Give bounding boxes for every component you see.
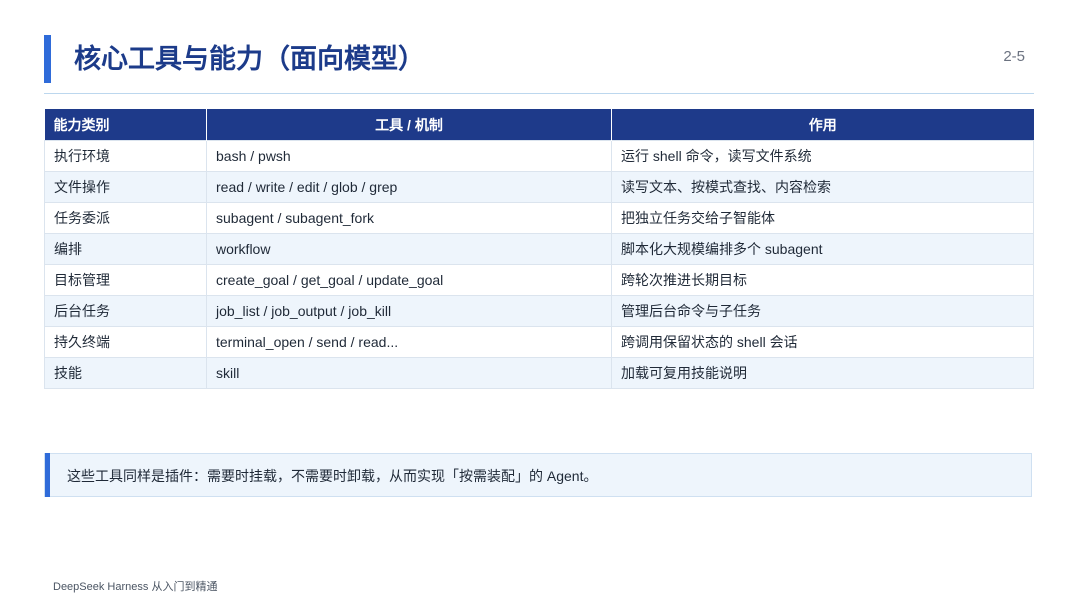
table-row: 持久终端 terminal_open / send / read... 跨调用保… (44, 326, 1034, 358)
table-row: 任务委派 subagent / subagent_fork 把独立任务交给子智能… (44, 202, 1034, 234)
table-row: 后台任务 job_list / job_output / job_kill 管理… (44, 295, 1034, 327)
title-accent-bar (44, 35, 51, 83)
cell-category: 文件操作 (44, 171, 207, 203)
cell-tool: workflow (206, 233, 612, 265)
cell-category: 技能 (44, 357, 207, 389)
cell-category: 目标管理 (44, 264, 207, 296)
cell-purpose: 读写文本、按模式查找、内容检索 (611, 171, 1034, 203)
table-row: 执行环境 bash / pwsh 运行 shell 命令，读写文件系统 (44, 140, 1034, 172)
cell-purpose: 管理后台命令与子任务 (611, 295, 1034, 327)
cell-tool: terminal_open / send / read... (206, 326, 612, 358)
table-row: 文件操作 read / write / edit / glob / grep 读… (44, 171, 1034, 203)
table-row: 技能 skill 加载可复用技能说明 (44, 357, 1034, 389)
cell-tool: create_goal / get_goal / update_goal (206, 264, 612, 296)
cell-category: 任务委派 (44, 202, 207, 234)
cell-tool: read / write / edit / glob / grep (206, 171, 612, 203)
footer-text: DeepSeek Harness 从入门到精通 (53, 581, 218, 593)
cell-category: 执行环境 (44, 140, 207, 172)
table-header-row: 能力类别 工具 / 机制 作用 (44, 109, 1034, 141)
note-text: 这些工具同样是插件：需要时挂载，不需要时卸载，从而实现「按需装配」的 Agent… (67, 468, 598, 484)
title-divider (44, 93, 1034, 94)
page-number: 2-5 (1003, 48, 1025, 65)
cell-purpose: 跨轮次推进长期目标 (611, 264, 1034, 296)
cell-purpose: 运行 shell 命令，读写文件系统 (611, 140, 1034, 172)
table-row: 目标管理 create_goal / get_goal / update_goa… (44, 264, 1034, 296)
cell-tool: subagent / subagent_fork (206, 202, 612, 234)
header-purpose: 作用 (611, 109, 1034, 141)
cell-category: 持久终端 (44, 326, 207, 358)
cell-purpose: 跨调用保留状态的 shell 会话 (611, 326, 1034, 358)
table-row: 编排 workflow 脚本化大规模编排多个 subagent (44, 233, 1034, 265)
cell-purpose: 加载可复用技能说明 (611, 357, 1034, 389)
note-accent-bar (45, 453, 50, 497)
cell-purpose: 把独立任务交给子智能体 (611, 202, 1034, 234)
cell-category: 后台任务 (44, 295, 207, 327)
cell-purpose: 脚本化大规模编排多个 subagent (611, 233, 1034, 265)
header-tool: 工具 / 机制 (206, 109, 612, 141)
cell-tool: job_list / job_output / job_kill (206, 295, 612, 327)
note-callout: 这些工具同样是插件：需要时挂载，不需要时卸载，从而实现「按需装配」的 Agent… (44, 453, 1032, 497)
header-category: 能力类别 (44, 109, 207, 141)
cell-category: 编排 (44, 233, 207, 265)
slide-title: 核心工具与能力（面向模型） (74, 44, 425, 74)
capability-table: 能力类别 工具 / 机制 作用 执行环境 bash / pwsh 运行 shel… (44, 109, 1034, 389)
cell-tool: skill (206, 357, 612, 389)
cell-tool: bash / pwsh (206, 140, 612, 172)
